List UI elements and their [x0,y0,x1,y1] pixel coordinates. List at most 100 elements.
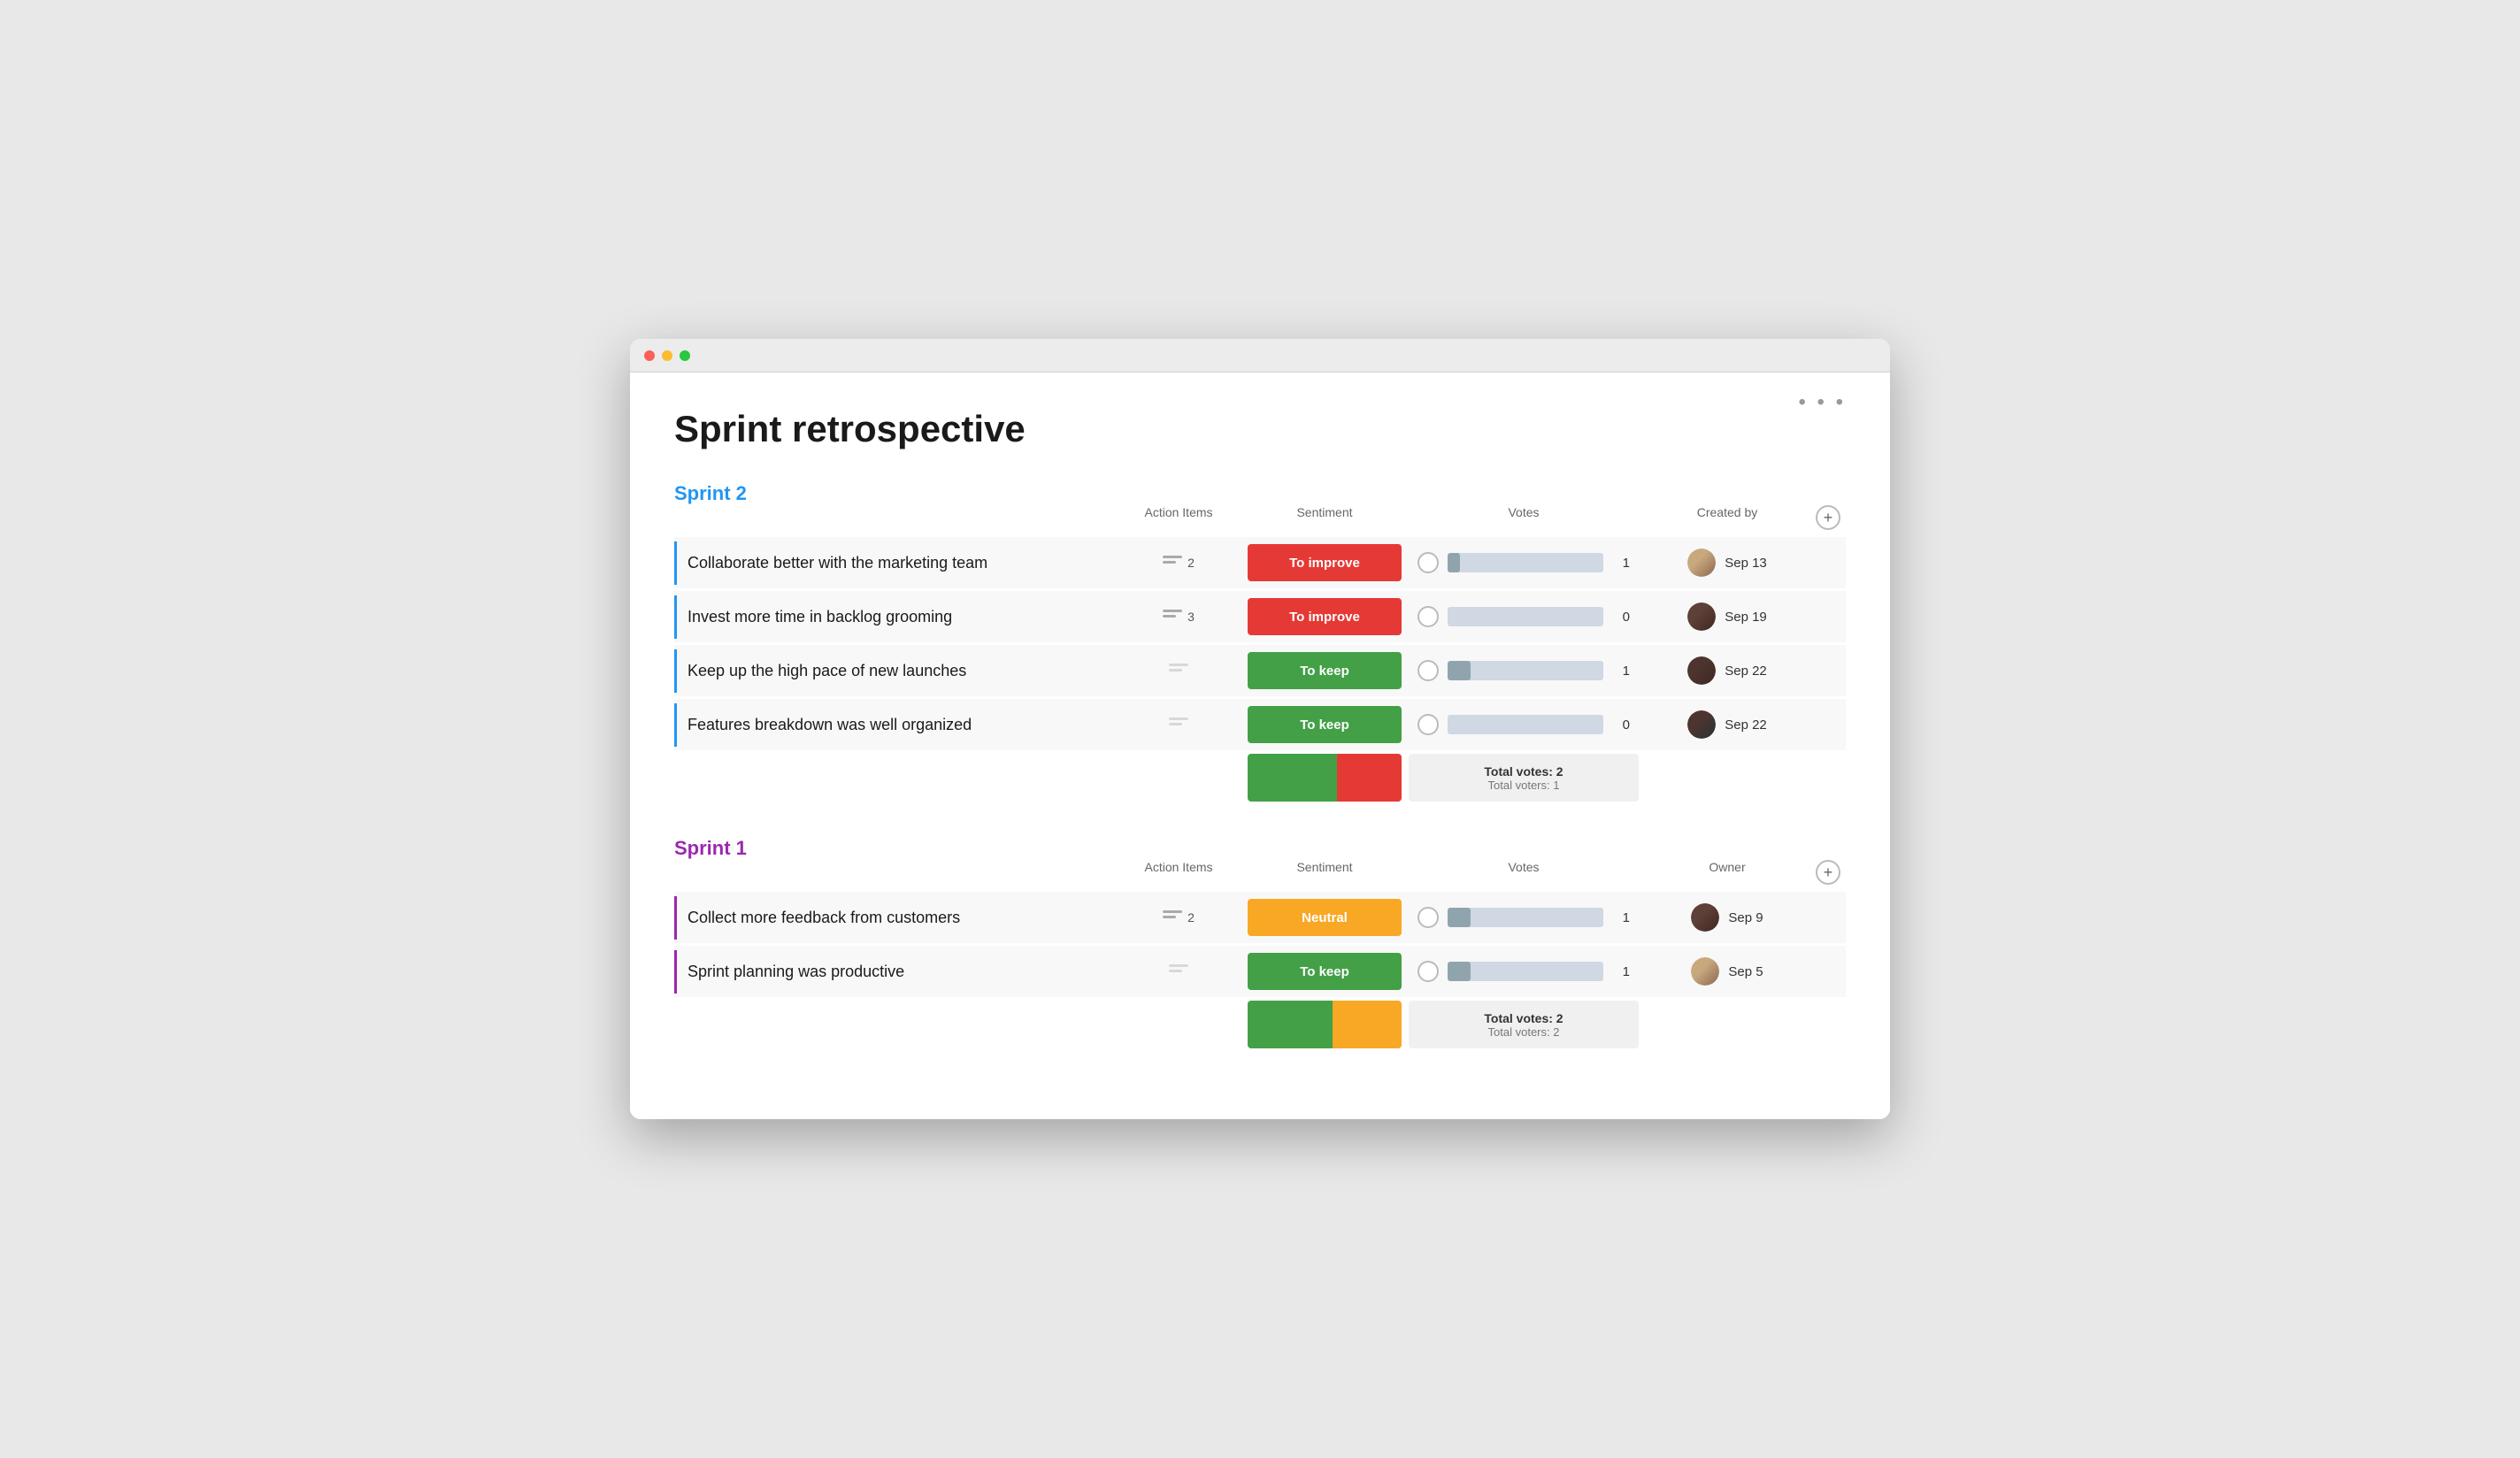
s1-vote-bar-2 [1448,962,1603,981]
sentiment-badge-4[interactable]: To keep [1248,706,1402,743]
avatar-2 [1687,602,1716,631]
date-1: Sep 13 [1725,556,1767,571]
vote-circle-2[interactable] [1418,606,1439,627]
s1-item-text-1: Collect more feedback from customers [674,896,1117,940]
avatar-img-3 [1687,656,1716,685]
s1-vote-bar-fill-2 [1448,962,1471,981]
summary-empty-1 [674,754,1117,802]
votes-cell-3: 1 [1409,660,1639,681]
date-3: Sep 22 [1725,664,1767,679]
vote-bar-fill-1 [1448,553,1460,572]
more-options-icon[interactable]: • • • [1798,390,1846,415]
s1-action-items-icon-2 [1169,964,1188,978]
col-header-action-items-1: Action Items [1117,505,1241,530]
col-header-sentiment-s1: Sentiment [1241,860,1409,885]
action-items-icon-4 [1169,717,1188,732]
col-header-votes-1: Votes [1409,505,1639,530]
s1-vote-circle-2[interactable] [1418,961,1439,982]
col-header-owner-s1: Owner [1639,860,1816,885]
s1-votes-cell-1: 1 [1409,907,1639,928]
sprint1-row-1: Collect more feedback from customers 2 N… [674,892,1846,943]
s1-avatar-img-1 [1691,903,1719,932]
s1-avatar-2 [1691,957,1719,986]
action-count-3 [1117,664,1241,678]
sprint2-total-votes: Total votes: 2 [1484,764,1563,779]
vote-count-1: 1 [1612,556,1630,571]
s1-action-count-1[interactable]: 2 [1117,910,1241,925]
add-item-button-sprint1[interactable]: + [1816,860,1840,885]
s1-action-items-icon-1 [1163,910,1182,925]
s1-vote-count-1: 1 [1612,910,1630,925]
avatar-img-1 [1687,549,1716,577]
vote-count-3: 1 [1612,664,1630,679]
s1-action-count-2 [1117,964,1241,978]
item-text-1: Collaborate better with the marketing te… [674,541,1117,585]
sprint1-summary: Total votes: 2 Total voters: 2 [674,1001,1846,1048]
sprint1-bar-orange [1333,1001,1402,1048]
sentiment-badge-2[interactable]: To improve [1248,598,1402,635]
s1-avatar-img-2 [1691,957,1719,986]
sprint2-summary: Total votes: 2 Total voters: 1 [674,754,1846,802]
sprint2-row-3: Keep up the high pace of new launches To… [674,645,1846,696]
titlebar [630,339,1890,372]
col-header-votes-s1: Votes [1409,860,1639,885]
created-cell-4: Sep 22 [1639,710,1816,739]
sentiment-badge-1[interactable]: To improve [1248,544,1402,581]
add-item-button-sprint2[interactable]: + [1816,505,1840,530]
avatar-4 [1687,710,1716,739]
col-header-sentiment-1: Sentiment [1241,505,1409,530]
date-2: Sep 19 [1725,610,1767,625]
date-4: Sep 22 [1725,717,1767,733]
votes-cell-1: 1 [1409,552,1639,573]
s1-date-2: Sep 5 [1728,964,1763,979]
vote-bar-1 [1448,553,1603,572]
s1-sentiment-badge-2[interactable]: To keep [1248,953,1402,990]
avatar-1 [1687,549,1716,577]
sprint1-summary-bar [1248,1001,1402,1048]
action-count-1[interactable]: 2 [1117,556,1241,570]
action-count-4 [1117,717,1241,732]
sprint1-bar-green [1248,1001,1333,1048]
avatar-img-4 [1687,710,1716,739]
vote-circle-4[interactable] [1418,714,1439,735]
s1-vote-bar-fill-1 [1448,908,1471,927]
sprint1-table-header: Action Items Sentiment Votes Owner + [674,860,1846,892]
s1-votes-cell-2: 1 [1409,961,1639,982]
page-title: Sprint retrospective [674,408,1846,450]
s1-date-1: Sep 9 [1728,910,1763,925]
summary-empty-2 [1117,754,1241,802]
col-header-empty [674,505,1117,530]
sentiment-badge-3[interactable]: To keep [1248,652,1402,689]
vote-circle-1[interactable] [1418,552,1439,573]
vote-circle-3[interactable] [1418,660,1439,681]
sprint2-summary-votes: Total votes: 2 Total voters: 1 [1409,754,1639,802]
avatar-3 [1687,656,1716,685]
col-header-action-items-s1: Action Items [1117,860,1241,885]
s1-sentiment-badge-1[interactable]: Neutral [1248,899,1402,936]
s1-vote-count-2: 1 [1612,964,1630,979]
close-button[interactable] [644,350,655,361]
s1-summary-empty-1 [674,1001,1117,1048]
action-count-2[interactable]: 3 [1117,610,1241,624]
sprint2-row-2: Invest more time in backlog grooming 3 T… [674,591,1846,642]
s1-item-text-2: Sprint planning was productive [674,950,1117,994]
vote-bar-2 [1448,607,1603,626]
sprint2-bar-red [1337,754,1402,802]
main-content: Sprint retrospective • • • Sprint 2 Acti… [630,372,1890,1119]
s1-vote-circle-1[interactable] [1418,907,1439,928]
sprint1-row-2: Sprint planning was productive To keep 1 [674,946,1846,997]
sprint2-row-4: Features breakdown was well organized To… [674,699,1846,750]
item-text-2: Invest more time in backlog grooming [674,595,1117,639]
sprint2-total-voters: Total voters: 1 [1488,779,1560,792]
created-cell-1: Sep 13 [1639,549,1816,577]
created-cell-2: Sep 19 [1639,602,1816,631]
minimize-button[interactable] [662,350,672,361]
vote-bar-fill-3 [1448,661,1471,680]
col-header-created-1: Created by [1639,505,1816,530]
app-window: Sprint retrospective • • • Sprint 2 Acti… [630,339,1890,1119]
maximize-button[interactable] [680,350,690,361]
votes-cell-2: 0 [1409,606,1639,627]
sprint1-section: Sprint 1 Action Items Sentiment Votes Ow… [674,837,1846,1048]
action-items-icon-2 [1163,610,1182,624]
avatar-img-2 [1687,602,1716,631]
